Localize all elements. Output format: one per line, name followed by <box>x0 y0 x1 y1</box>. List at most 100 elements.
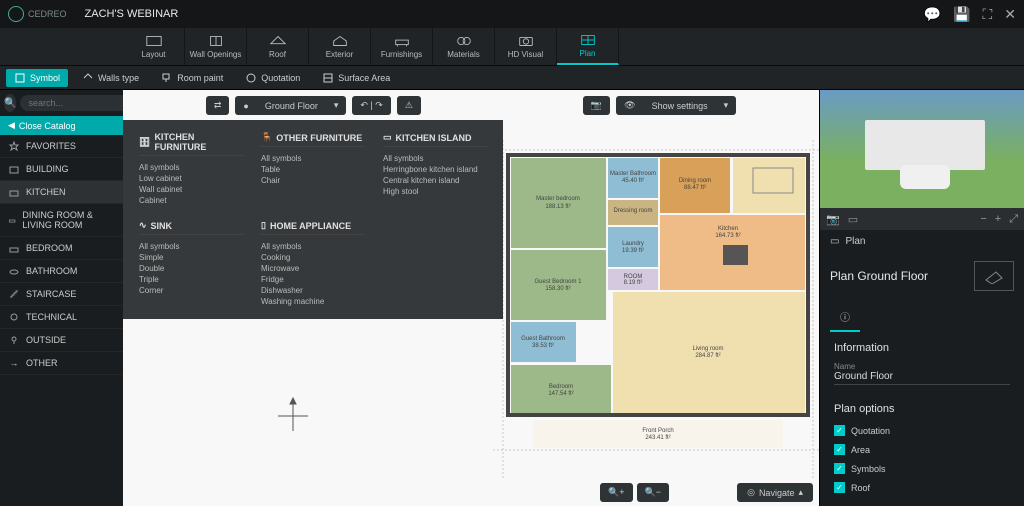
close-icon[interactable]: ✕ <box>1004 6 1016 23</box>
name-value[interactable]: Ground Floor <box>834 371 1010 385</box>
col-other-furniture: 🪑 OTHER FURNITURE All symbols Table Chai… <box>261 132 365 206</box>
svg-text:38.53 ft²: 38.53 ft² <box>532 343 554 349</box>
option-symbols[interactable]: ✓Symbols <box>820 459 1024 478</box>
svg-text:284.87 ft²: 284.87 ft² <box>695 353 720 359</box>
camera-icon[interactable]: 📷 <box>583 96 610 115</box>
option-area[interactable]: ✓Area <box>820 440 1024 459</box>
navigate-dropdown[interactable]: ◎ Navigate ▴ <box>737 483 813 502</box>
subtab-walls-type[interactable]: Walls type <box>74 69 147 87</box>
svg-text:188.13 ft²: 188.13 ft² <box>545 204 570 210</box>
col-kitchen-furniture: 🗄 KITCHEN FURNITURE All symbols Low cabi… <box>139 132 243 206</box>
list-item[interactable]: Triple <box>139 274 243 285</box>
svg-text:243.41 ft²: 243.41 ft² <box>645 435 670 441</box>
list-item[interactable]: All symbols <box>261 241 365 252</box>
list-item[interactable]: All symbols <box>261 153 365 164</box>
list-item[interactable]: Microwave <box>261 263 365 274</box>
list-item[interactable]: Wall cabinet <box>139 184 243 195</box>
svg-text:8.19 ft²: 8.19 ft² <box>624 280 643 286</box>
list-item[interactable]: Fridge <box>261 274 365 285</box>
sidebar-item-staircase[interactable]: STAIRCASE <box>0 283 123 306</box>
preview-tools: 📷 ▭ − + ⤢ <box>820 208 1024 230</box>
svg-text:88.47 ft²: 88.47 ft² <box>684 185 706 191</box>
close-catalog-button[interactable]: ◀ Close Catalog <box>0 116 123 135</box>
list-item[interactable]: Low cabinet <box>139 173 243 184</box>
svg-text:Guest Bedroom 1: Guest Bedroom 1 <box>534 279 582 285</box>
list-item[interactable]: All symbols <box>139 162 243 173</box>
canvas-toolbar: ⇄ ●Ground Floor▾ ↶ | ↷ ⚠ 📷 👁Show setting… <box>123 96 819 115</box>
list-item[interactable]: All symbols <box>139 241 243 252</box>
tab-exterior[interactable]: Exterior <box>309 28 371 65</box>
sub-tabs: Symbol Walls type Room paint Quotation S… <box>0 66 1024 90</box>
option-quotation[interactable]: ✓Quotation <box>820 421 1024 440</box>
tab-hd-visual[interactable]: HD Visual <box>495 28 557 65</box>
sidebar-item-dining-living[interactable]: DINING ROOM & LIVING ROOM <box>0 204 123 237</box>
subtab-symbol[interactable]: Symbol <box>6 69 68 87</box>
list-item[interactable]: Herringbone kitchen island <box>383 164 487 175</box>
list-item[interactable]: Chair <box>261 175 365 186</box>
house-3d-icon <box>865 120 985 170</box>
list-item[interactable]: Corner <box>139 285 243 296</box>
compass-icon[interactable] <box>273 396 313 436</box>
list-item[interactable]: Simple <box>139 252 243 263</box>
tab-furnishings[interactable]: Furnishings <box>371 28 433 65</box>
tab-roof[interactable]: Roof <box>247 28 309 65</box>
list-item[interactable]: Dishwasher <box>261 285 365 296</box>
plan-thumbnail[interactable] <box>974 261 1014 291</box>
show-settings-dropdown[interactable]: 👁Show settings▾ <box>616 96 736 115</box>
warning-icon[interactable]: ⚠ <box>397 96 421 115</box>
chat-icon[interactable]: 💬 <box>924 6 941 23</box>
col-home-appliance: ▯ HOME APPLIANCE All symbols Cooking Mic… <box>261 220 365 307</box>
info-section-title: Information <box>820 332 1024 360</box>
list-item[interactable]: Cooking <box>261 252 365 263</box>
floorplan-drawing[interactable]: Master bedroom188.13 ft² Master Bathroom… <box>463 130 819 500</box>
list-item[interactable]: Cabinet <box>139 195 243 206</box>
fullscreen-icon[interactable]: ⛶ <box>982 6 992 23</box>
option-roof[interactable]: ✓Roof <box>820 478 1024 497</box>
preview-zoom-out-icon[interactable]: − <box>980 213 986 225</box>
sidebar-item-building[interactable]: BUILDING <box>0 158 123 181</box>
list-item[interactable]: Washing machine <box>261 296 365 307</box>
swap-icon[interactable]: ⇄ <box>206 96 230 115</box>
list-item[interactable]: Central kitchen island <box>383 175 487 186</box>
sidebar-item-favorites[interactable]: FAVORITES <box>0 135 123 158</box>
sidebar-item-kitchen[interactable]: KITCHEN <box>0 181 123 204</box>
preview-zoom-in-icon[interactable]: + <box>995 213 1001 225</box>
svg-text:Master bedroom: Master bedroom <box>536 196 580 202</box>
preview-expand-icon[interactable]: ⤢ <box>1009 213 1018 226</box>
search-icon[interactable]: 🔍 <box>4 94 16 112</box>
zoom-out-icon[interactable]: 🔍− <box>637 483 669 502</box>
list-item[interactable]: High stool <box>383 186 487 197</box>
plan-tab-header[interactable]: ▭ Plan <box>820 230 1024 253</box>
sidebar-item-bathroom[interactable]: BATHROOM <box>0 260 123 283</box>
svg-text:Dressing room: Dressing room <box>613 208 652 214</box>
save-icon[interactable]: 💾 <box>953 6 970 23</box>
subtab-surface-area[interactable]: Surface Area <box>314 69 398 87</box>
preview-view-icon[interactable]: ▭ <box>848 213 858 226</box>
sidebar-item-bedroom[interactable]: BEDROOM <box>0 237 123 260</box>
main-tabs: Layout Wall Openings Roof Exterior Furni… <box>0 28 1024 66</box>
options-section-title: Plan options <box>820 393 1024 421</box>
list-item[interactable]: All symbols <box>383 153 487 164</box>
list-item[interactable]: Double <box>139 263 243 274</box>
plan-title: Plan Ground Floor <box>830 269 928 283</box>
sidebar-item-technical[interactable]: TECHNICAL <box>0 306 123 329</box>
subtab-quotation[interactable]: Quotation <box>237 69 308 87</box>
tab-layout[interactable]: Layout <box>123 28 185 65</box>
svg-text:Guest Bathroom: Guest Bathroom <box>521 336 565 342</box>
preview-camera-icon[interactable]: 📷 <box>826 213 840 226</box>
tab-plan[interactable]: Plan <box>557 28 619 65</box>
zoom-in-icon[interactable]: 🔍+ <box>600 483 632 502</box>
floor-selector[interactable]: ●Ground Floor▾ <box>235 96 346 115</box>
sidebar-item-other[interactable]: →OTHER <box>0 352 123 375</box>
svg-text:Living room: Living room <box>692 346 723 352</box>
catalog-sidebar: 🔍 ◀ Close Catalog FAVORITES BUILDING KIT… <box>0 90 123 506</box>
info-tab[interactable]: ⓘ <box>830 303 860 332</box>
tab-wall-openings[interactable]: Wall Openings <box>185 28 247 65</box>
subtab-room-paint[interactable]: Room paint <box>153 69 231 87</box>
list-item[interactable]: Table <box>261 164 365 175</box>
undo-redo[interactable]: ↶ | ↷ <box>352 96 390 115</box>
tab-materials[interactable]: Materials <box>433 28 495 65</box>
plan-canvas[interactable]: ⇄ ●Ground Floor▾ ↶ | ↷ ⚠ 📷 👁Show setting… <box>123 90 819 506</box>
preview-3d[interactable] <box>820 90 1024 208</box>
sidebar-item-outside[interactable]: OUTSIDE <box>0 329 123 352</box>
